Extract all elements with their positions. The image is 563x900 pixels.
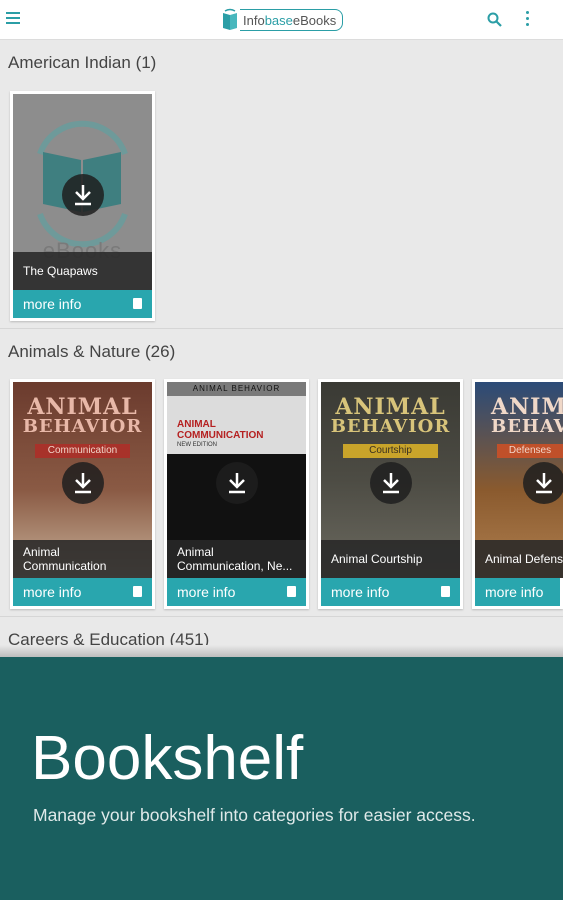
more-info-button[interactable]: more info [13,578,152,606]
more-vert-icon[interactable] [526,11,530,27]
hamburger-menu-icon[interactable] [6,12,20,24]
more-info-button[interactable]: more info [167,578,306,606]
document-icon [441,586,450,597]
section-title-animals-nature: Animals & Nature (26) [8,342,176,361]
book-title: Animal Defense [475,540,563,578]
download-icon[interactable] [61,462,104,504]
book-logo-icon [221,8,239,32]
download-icon[interactable] [215,462,258,504]
more-info-button[interactable]: more info [475,578,560,606]
book-card-animal-defense[interactable]: ANIMAL BEHAVIOR Defenses Animal Defense … [472,379,563,609]
book-card-quapaws[interactable]: eBooks The Quapaws more info [10,91,155,321]
section-divider [0,616,563,617]
search-icon[interactable] [487,12,503,28]
more-info-button[interactable]: more info [13,290,152,318]
promo-subtitle: Manage your bookshelf into categories fo… [33,805,476,825]
document-icon [287,586,296,597]
download-icon[interactable] [369,462,412,504]
more-info-button[interactable]: more info [321,578,460,606]
section-divider [0,328,563,329]
book-cover: ANIMAL BEHAVIOR ANIMAL COMMUNICATION NEW… [167,382,306,578]
document-icon [133,586,142,597]
section-title-american-indian: American Indian (1) [8,53,157,72]
shadow-fade [0,645,563,657]
promo-headline: Bookshelf [31,724,304,793]
book-card-animal-courtship[interactable]: ANIMAL BEHAVIOR Courtship Animal Courtsh… [318,379,463,609]
book-title: Animal Courtship [321,540,460,578]
promo-banner: Bookshelf Manage your bookshelf into cat… [0,657,563,900]
book-title: Animal Communication [13,540,152,578]
book-cover: eBooks The Quapaws [13,94,152,290]
book-cover: ANIMAL BEHAVIOR Defenses Animal Defense [475,382,563,578]
book-cover: ANIMAL BEHAVIOR Courtship Animal Courtsh… [321,382,460,578]
app-bar: InfobaseeBooks [0,0,563,40]
download-icon[interactable] [61,174,104,216]
logo-text: InfobaseeBooks [240,9,344,31]
document-icon [133,298,142,309]
book-card-animal-communication-new-edition[interactable]: ANIMAL BEHAVIOR ANIMAL COMMUNICATION NEW… [164,379,309,609]
book-card-animal-communication[interactable]: ANIMAL BEHAVIOR Communication Animal Com… [10,379,155,609]
book-title: The Quapaws [13,252,152,290]
download-icon[interactable] [523,462,563,504]
book-title: Animal Communication, Ne... [167,540,306,578]
infobase-ebooks-logo: InfobaseeBooks [221,6,344,34]
book-cover: ANIMAL BEHAVIOR Communication Animal Com… [13,382,152,578]
